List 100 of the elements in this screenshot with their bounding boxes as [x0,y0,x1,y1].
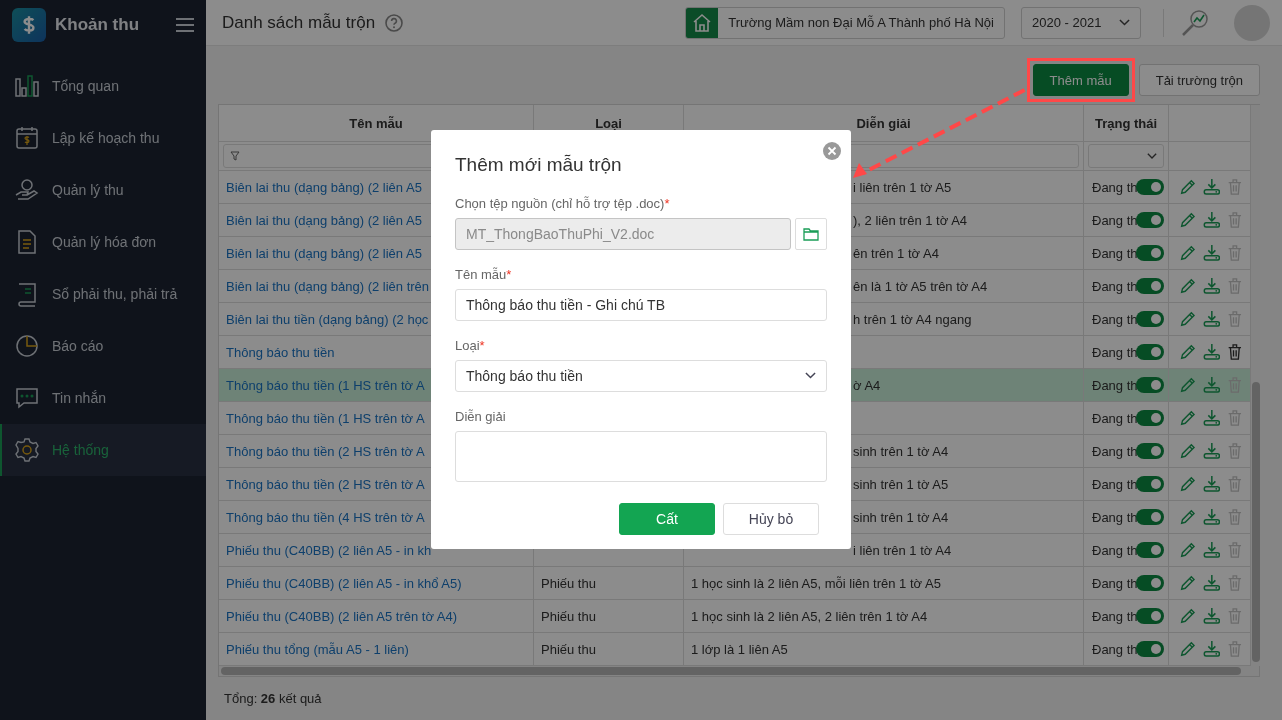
pie-chart-icon [14,333,40,359]
toggle-switch[interactable] [1135,179,1164,195]
template-link[interactable]: Phiếu thu (C40BB) (2 liên A5 - in khổ A5) [226,575,462,591]
template-link[interactable]: Phiếu thu tổng (mẫu A5 - 1 liên) [226,641,409,657]
download-icon[interactable] [1202,375,1221,395]
status-text: Đang th [1092,245,1138,261]
download-icon[interactable] [1202,210,1221,230]
close-icon[interactable] [823,142,841,160]
download-icon[interactable] [1202,507,1221,527]
browse-button[interactable] [795,218,827,250]
toggle-switch[interactable] [1135,410,1164,426]
download-icon[interactable] [1202,573,1221,593]
toggle-switch[interactable] [1135,575,1164,591]
toggle-switch[interactable] [1135,443,1164,459]
download-icon[interactable] [1202,309,1221,329]
toggle-switch[interactable] [1135,245,1164,261]
toggle-switch[interactable] [1135,212,1164,228]
table-cell: Phiếu thu [534,567,684,600]
sidebar-item[interactable]: Báo cáo [0,320,206,372]
template-link[interactable]: Biên lai thu (dạng bảng) (2 liên trên [226,278,430,294]
pencil-icon[interactable] [1179,573,1197,593]
template-link[interactable]: Biên lai thu tiền (dạng bảng) (2 học [226,311,429,327]
download-icon[interactable] [1202,639,1221,659]
sidebar-item[interactable]: Lập kế hoạch thu [0,112,206,164]
pencil-icon[interactable] [1179,606,1197,626]
status-text: Đang th [1092,509,1138,525]
scrollbar[interactable] [219,666,1259,676]
folder-icon [803,227,819,241]
add-template-button[interactable]: Thêm mẫu [1032,64,1129,96]
toggle-switch[interactable] [1135,278,1164,294]
help-icon[interactable] [385,13,404,32]
download-icon[interactable] [1202,474,1221,494]
download-fields-button[interactable]: Tải trường trộn [1138,64,1260,96]
table-cell: Phiếu thu [534,600,684,633]
filter-icon [230,151,240,161]
sidebar-item[interactable]: Tin nhắn [0,372,206,424]
toggle-switch[interactable] [1135,311,1164,327]
trash-icon[interactable] [1226,342,1244,362]
field-label: Diễn giải [455,409,507,424]
save-button[interactable]: Cất [619,503,715,535]
year-dropdown[interactable]: 2020 - 2021 [1021,6,1141,39]
download-icon[interactable] [1202,177,1221,197]
toggle-switch[interactable] [1135,542,1164,558]
status-text: Đang th [1092,608,1138,624]
pencil-icon[interactable] [1179,342,1197,362]
magnifier-chart-icon[interactable] [1180,7,1210,38]
template-link[interactable]: Biên lai thu (dạng bảng) (2 liên A5 [226,212,422,228]
pencil-icon[interactable] [1179,177,1197,197]
template-link[interactable]: Biên lai thu (dạng bảng) (2 liên A5 [226,245,422,261]
download-icon[interactable] [1202,243,1221,263]
pencil-icon[interactable] [1179,441,1197,461]
download-icon[interactable] [1202,276,1221,296]
menu-icon[interactable] [176,17,194,33]
table-cell: 1 học sinh là 2 liên A5, mỗi liên trên 1 tờ A5 [684,567,1084,600]
cancel-button[interactable]: Hủy bỏ [723,503,819,535]
pencil-icon[interactable] [1179,474,1197,494]
type-dropdown[interactable]: Thông báo thu tiền [455,360,827,392]
pencil-icon[interactable] [1179,243,1197,263]
pencil-icon[interactable] [1179,375,1197,395]
sidebar-item[interactable]: Tổng quan [0,60,206,112]
template-link[interactable]: Thông báo thu tiền (2 HS trên tờ A [226,443,425,459]
template-link[interactable]: Thông báo thu tiền (1 HS trên tờ A [226,377,425,393]
status-text: Đang th [1092,476,1138,492]
template-link[interactable]: Phiếu thu (C40BB) (2 liên A5 trên tờ A4) [226,608,458,624]
download-icon[interactable] [1202,441,1221,461]
pencil-icon[interactable] [1179,276,1197,296]
pencil-icon[interactable] [1179,408,1197,428]
table-cell: 1 lớp là 1 liên A5 [684,633,1084,666]
download-icon[interactable] [1202,408,1221,428]
sidebar-item[interactable]: Sổ phải thu, phải trả [0,268,206,320]
toggle-switch[interactable] [1135,377,1164,393]
description-field[interactable] [455,431,827,482]
toggle-switch[interactable] [1135,344,1164,360]
download-icon[interactable] [1202,342,1221,362]
template-link[interactable]: Thông báo thu tiền (1 HS trên tờ A [226,410,425,426]
result-count: Tổng: 26 kết quả [223,690,323,708]
sidebar-item[interactable]: Quản lý hóa đơn [0,216,206,268]
name-field[interactable]: Thông báo thu tiền - Ghi chú TB [455,289,827,321]
field-label: Chọn tệp nguồn (chỉ hỗ trợ tệp .doc)* [455,196,671,211]
template-link[interactable]: Phiếu thu (C40BB) (2 liên A5 - in kh [226,542,432,558]
sidebar-item[interactable]: Hệ thống [0,424,206,476]
toggle-switch[interactable] [1135,641,1164,657]
toggle-switch[interactable] [1135,509,1164,525]
pencil-icon[interactable] [1179,309,1197,329]
pencil-icon[interactable] [1179,507,1197,527]
status-text: Đang th [1092,179,1138,195]
template-link[interactable]: Thông báo thu tiền (2 HS trên tờ A [226,476,425,492]
pencil-icon[interactable] [1179,639,1197,659]
pencil-icon[interactable] [1179,540,1197,560]
download-icon[interactable] [1202,540,1221,560]
status-text: Đang th [1092,278,1138,294]
toggle-switch[interactable] [1135,608,1164,624]
school-selector[interactable]: Trường Mầm non Đại Mỗ A Thành phố Hà Nội [685,6,1005,39]
template-link[interactable]: Biên lai thu (dạng bảng) (2 liên A5 [226,179,422,195]
sidebar-item[interactable]: Quản lý thu [0,164,206,216]
template-link[interactable]: Thông báo thu tiền [226,344,335,360]
download-icon[interactable] [1202,606,1221,626]
toggle-switch[interactable] [1135,476,1164,492]
template-link[interactable]: Thông báo thu tiền (4 HS trên tờ A [226,509,425,525]
pencil-icon[interactable] [1179,210,1197,230]
